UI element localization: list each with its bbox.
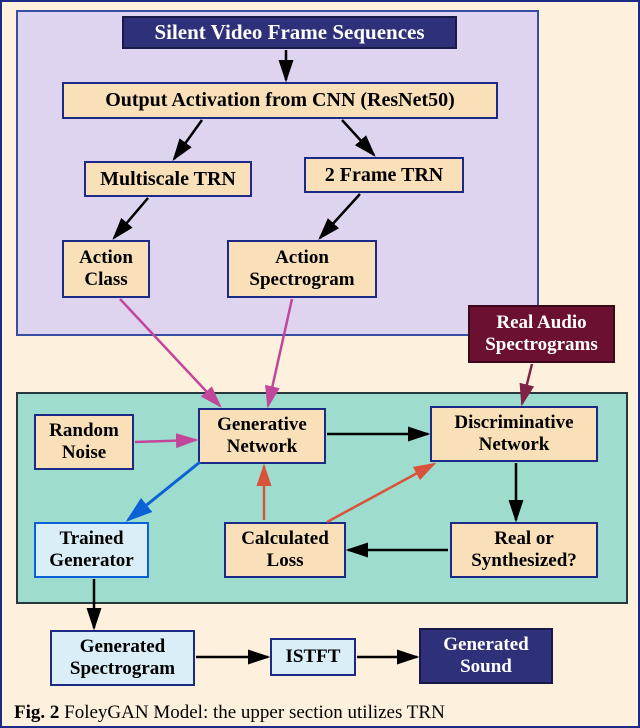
- box-action-class: Action Class: [62, 240, 150, 298]
- box-cnn: Output Activation from CNN (ResNet50): [62, 82, 498, 119]
- box-2frame-trn: 2 Frame TRN: [304, 157, 464, 193]
- box-generated-spectrogram: Generated Spectrogram: [50, 630, 195, 686]
- box-random-noise: Random Noise: [34, 414, 134, 470]
- box-discriminative-network: Discriminative Network: [430, 406, 598, 462]
- caption-prefix: Fig. 2: [14, 702, 59, 723]
- box-real-or-synth: Real or Synthesized?: [450, 522, 598, 578]
- box-istft: ISTFT: [270, 638, 356, 676]
- box-generative-network: Generative Network: [198, 408, 326, 464]
- box-generated-sound: Generated Sound: [419, 628, 553, 684]
- figure-caption: Fig. 2 FoleyGAN Model: the upper section…: [14, 702, 626, 724]
- box-action-spectrogram: Action Spectrogram: [227, 240, 377, 298]
- box-calculated-loss: Calculated Loss: [224, 522, 346, 578]
- box-multiscale-trn: Multiscale TRN: [84, 161, 252, 197]
- box-trained-generator: Trained Generator: [34, 522, 149, 578]
- box-real-audio: Real Audio Spectrograms: [468, 305, 615, 363]
- diagram-canvas: Silent Video Frame Sequences Output Acti…: [0, 0, 640, 728]
- box-title: Silent Video Frame Sequences: [122, 16, 457, 49]
- caption-text: FoleyGAN Model: the upper section utiliz…: [59, 702, 444, 723]
